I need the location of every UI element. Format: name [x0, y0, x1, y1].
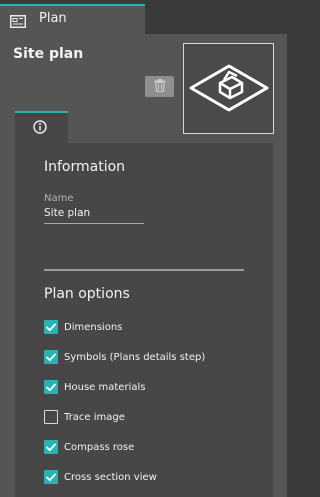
tab-plan[interactable]: Plan [0, 4, 145, 34]
plan-title: Site plan [13, 46, 84, 62]
information-card: Information Name Site plan Plan options … [15, 143, 273, 497]
checkmark-icon [46, 383, 56, 391]
option-checkbox[interactable] [44, 470, 58, 484]
option-label: Cross section view [64, 471, 157, 483]
option-checkbox[interactable] [44, 410, 58, 424]
checkmark-icon [46, 353, 56, 361]
delete-plan-button[interactable] [145, 76, 174, 97]
option-row[interactable]: Trace image [44, 409, 125, 425]
plan-options-heading: Plan options [44, 286, 130, 302]
name-label: Name [44, 193, 74, 204]
name-field[interactable]: Site plan [44, 207, 144, 224]
checkmark-icon [46, 323, 56, 331]
plan-thumbnail[interactable] [183, 43, 274, 134]
option-checkbox[interactable] [44, 380, 58, 394]
tab-plan-label: Plan [39, 11, 67, 26]
option-label: Compass rose [64, 441, 135, 453]
tab-information[interactable] [15, 111, 68, 143]
option-label: Trace image [64, 411, 125, 423]
checkmark-icon [46, 473, 56, 481]
option-row[interactable]: Compass rose [44, 439, 134, 455]
option-row[interactable]: Dimensions [44, 319, 122, 335]
option-label: Dimensions [64, 321, 123, 333]
option-checkbox[interactable] [44, 320, 58, 334]
option-row[interactable]: Cross section view [44, 469, 157, 485]
option-label: House materials [64, 381, 146, 393]
checkmark-icon [46, 443, 56, 451]
option-checkbox[interactable] [44, 440, 58, 454]
top-tab-bar: Plan [0, 0, 287, 34]
option-label: Symbols (Plans details step) [64, 351, 206, 363]
option-row[interactable]: Symbols (Plans details step) [44, 349, 205, 365]
plan-icon [10, 13, 26, 28]
plan-panel: Site plan Information Name Site plan Pla… [0, 34, 287, 497]
trash-icon [154, 77, 166, 96]
option-checkbox[interactable] [44, 350, 58, 364]
information-heading: Information [44, 159, 126, 175]
option-row[interactable]: House materials [44, 379, 145, 395]
section-divider [44, 269, 244, 271]
